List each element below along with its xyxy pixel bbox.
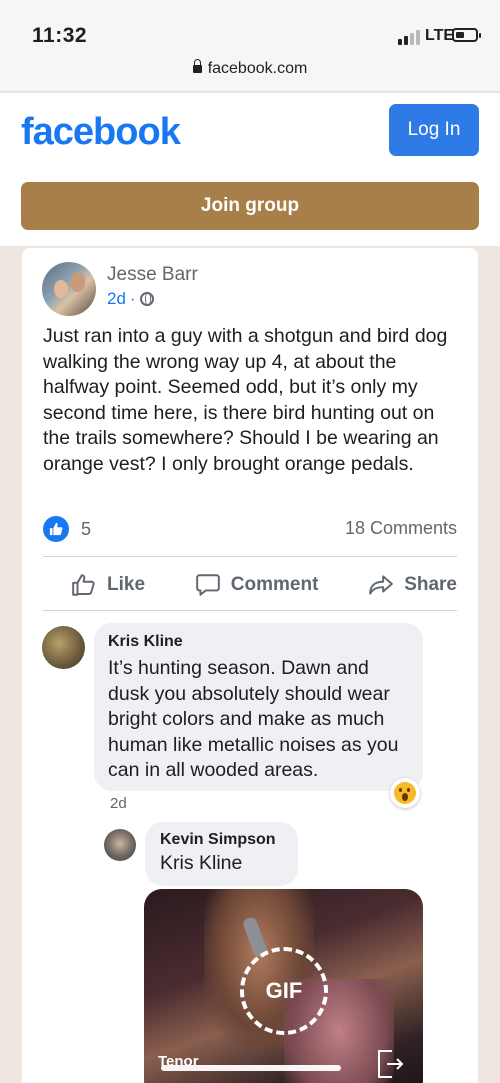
- divider: [43, 610, 457, 611]
- commenter-name[interactable]: Kris Kline: [108, 633, 409, 651]
- url-bar[interactable]: facebook.com: [0, 59, 500, 78]
- divider: [43, 556, 457, 557]
- post-card: Jesse Barr 2d · Just ran into a guy with…: [22, 248, 478, 1083]
- gif-play-button[interactable]: GIF: [240, 947, 328, 1035]
- gif-badge: GIF: [265, 978, 303, 1003]
- commenter-avatar[interactable]: [42, 626, 85, 669]
- comment-icon: [195, 574, 220, 596]
- signal-icon: [398, 30, 420, 45]
- lock-icon: [192, 59, 202, 73]
- comment-text: It’s hunting season. Dawn and dusk you a…: [108, 657, 399, 781]
- comment-mention[interactable]: Kris Kline: [160, 851, 283, 877]
- comment-bubble: Kris Kline It’s hunting season. Dawn and…: [94, 623, 423, 791]
- status-bar: 11:32 LTE facebook.com: [0, 0, 500, 92]
- post-author[interactable]: Jesse Barr: [107, 264, 198, 286]
- thumbs-up-icon: [72, 574, 95, 596]
- comment-bubble: Kevin Simpson Kris Kline: [145, 822, 298, 886]
- wow-reaction-icon[interactable]: [390, 778, 420, 808]
- globe-icon: [139, 292, 154, 306]
- home-indicator[interactable]: [161, 1065, 341, 1071]
- comments-count[interactable]: 18 Comments: [345, 518, 457, 539]
- post-text: Just ran into a guy with a shotgun and b…: [43, 325, 448, 475]
- gif-attachment[interactable]: GIF Tenor: [144, 889, 423, 1083]
- share-icon: [369, 575, 393, 595]
- facebook-logo[interactable]: facebook: [21, 111, 181, 154]
- join-group-button[interactable]: Join group: [21, 182, 479, 230]
- post-time[interactable]: 2d: [107, 289, 126, 309]
- author-avatar[interactable]: [42, 262, 96, 316]
- network-label: LTE: [425, 27, 455, 44]
- share-button[interactable]: Share: [368, 572, 457, 598]
- status-time: 11:32: [32, 24, 88, 47]
- url-text: facebook.com: [207, 60, 308, 77]
- like-reaction-icon: [43, 516, 69, 542]
- commenter-avatar[interactable]: [104, 829, 136, 861]
- like-button[interactable]: Like: [71, 572, 145, 598]
- battery-icon: [452, 28, 481, 42]
- post-meta: 2d ·: [107, 289, 154, 309]
- reaction-summary[interactable]: 5: [43, 516, 91, 542]
- comment-button[interactable]: Comment: [195, 572, 318, 598]
- reaction-count: 5: [81, 518, 92, 539]
- post-actions: Like Comment Share: [43, 560, 457, 610]
- comment-time[interactable]: 2d: [110, 795, 127, 812]
- facebook-header: facebook Log In Join group: [0, 93, 500, 246]
- login-button[interactable]: Log In: [389, 104, 479, 156]
- external-link-icon[interactable]: [376, 1049, 404, 1079]
- commenter-name[interactable]: Kevin Simpson: [160, 831, 283, 849]
